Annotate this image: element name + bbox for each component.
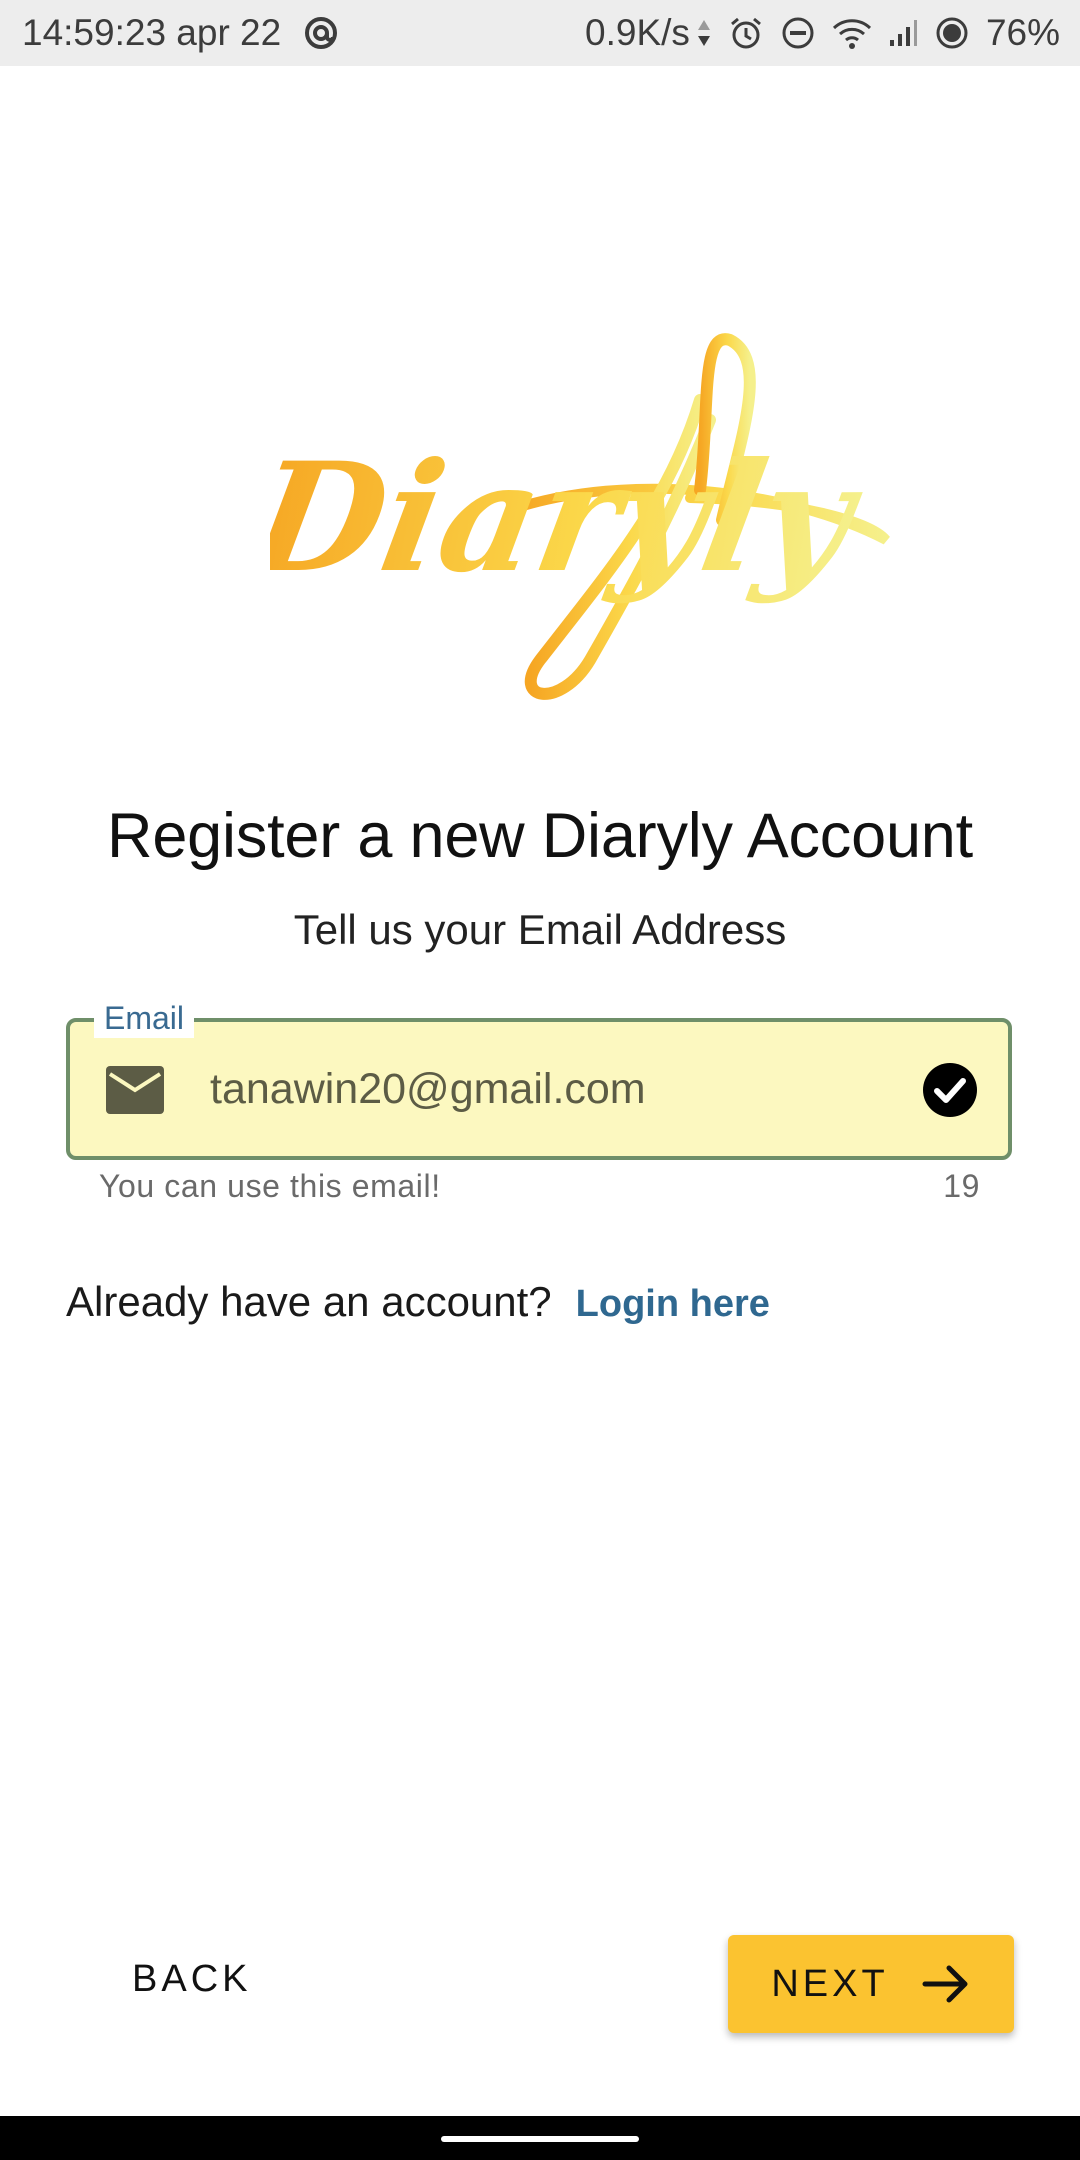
email-field-label: Email — [94, 998, 195, 1038]
status-time: 14:59:23 apr 22 — [22, 12, 282, 53]
arrow-right-icon — [922, 1965, 968, 2003]
page-subtitle: Tell us your Email Address — [293, 906, 787, 953]
email-input-value[interactable]: tanawin20@gmail.com — [210, 1022, 646, 1156]
wifi-icon — [832, 16, 872, 50]
email-char-count: 19 — [943, 1168, 980, 1204]
login-link[interactable]: Login here — [576, 1283, 770, 1326]
next-button[interactable]: NEXT — [728, 1935, 1014, 2033]
record-dot-icon — [934, 15, 970, 51]
net-speed: 0.9K/s — [585, 12, 690, 53]
at-sign-icon — [303, 15, 339, 51]
diaryly-logo: Diaryly — [236, 320, 910, 720]
system-nav-bar — [0, 2116, 1080, 2160]
next-button-label: NEXT — [771, 1962, 889, 2005]
data-arrows-icon — [696, 18, 712, 48]
do-not-disturb-icon — [780, 15, 816, 51]
battery-level: 76% — [985, 12, 1060, 53]
signal-icon — [888, 18, 918, 48]
mail-icon — [106, 1066, 164, 1114]
status-bar-left: 14:59:23 apr 22 — [22, 0, 339, 66]
status-bar: 14:59:23 apr 22 0.9K/s 76% — [0, 0, 1080, 66]
home-gesture-pill[interactable] — [441, 2136, 639, 2142]
check-circle-icon — [923, 1063, 977, 1117]
email-helper-text: You can use this email! — [99, 1168, 441, 1204]
page-title: Register a new Diaryly Account — [107, 801, 973, 871]
back-button[interactable]: BACK — [132, 1958, 251, 2001]
status-bar-right: 0.9K/s 76% — [585, 0, 1060, 66]
email-field[interactable]: Email tanawin20@gmail.com — [66, 998, 1012, 1160]
alarm-icon — [728, 15, 764, 51]
logo-wordmark: Diaryly — [270, 429, 874, 606]
login-prompt: Already have an account? Login here — [66, 1278, 770, 1326]
login-prompt-text: Already have an account? — [66, 1278, 552, 1325]
